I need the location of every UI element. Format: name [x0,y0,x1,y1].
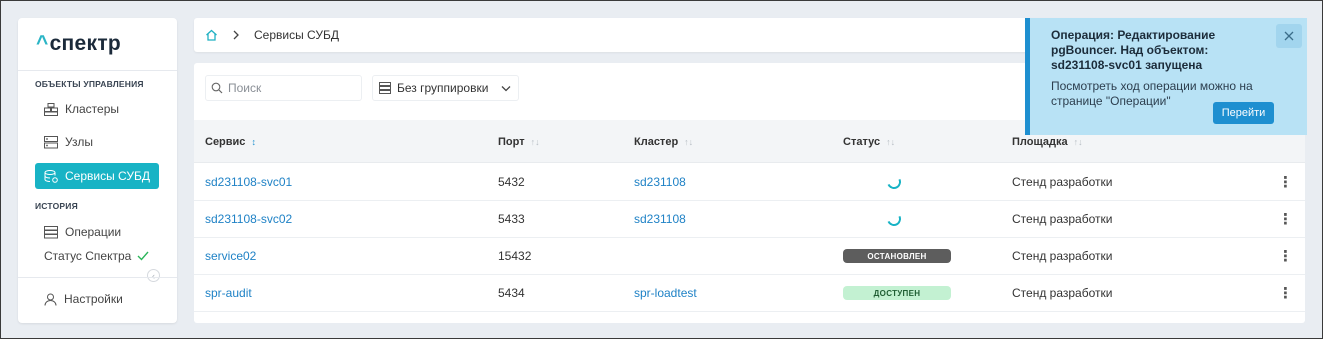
sidebar-item-operations[interactable]: Операции [35,219,159,245]
status-badge: ОСТАНОВЛЕН [843,249,951,263]
sort-icon: ↑↓ [684,136,694,147]
user-icon [44,293,57,306]
column-label: Статус [843,135,881,148]
sidebar-item-label: Операции [65,225,122,239]
home-icon[interactable] [205,29,218,41]
search-input[interactable] [228,81,348,95]
search-icon [211,82,223,94]
status-cell [885,201,903,237]
spectr-status-label: Статус Спектра [44,249,132,263]
table-row: spr-audit 5434 spr-loadtest ДОСТУПЕН Сте… [194,275,1305,312]
column-header-port[interactable]: Порт ↑↓ [498,120,540,163]
row-menu-icon[interactable]: ⋮ [1278,238,1293,274]
site-cell: Стенд разработки [1012,249,1113,263]
sidebar-item-label: Настройки [64,292,123,306]
chevron-down-icon [501,85,511,91]
sort-icon: ↑↓ [886,136,896,147]
logo[interactable]: ^спектр [36,32,121,56]
go-to-operations-button[interactable]: Перейти [1213,102,1274,124]
row-menu-icon[interactable]: ⋮ [1278,201,1293,237]
column-label: Площадка [1012,135,1068,148]
list-icon [379,82,391,94]
column-header-status[interactable]: Статус ↑↓ [843,120,895,163]
sidebar-item-label: Узлы [65,135,93,149]
service-link[interactable]: sd231108-svc02 [205,201,292,237]
operations-icon [44,225,58,238]
server-icon [44,135,58,148]
grouping-select[interactable]: Без группировки [372,75,519,101]
section-title-history: ИСТОРИЯ [35,201,78,211]
service-link[interactable]: sd231108-svc01 [205,164,292,200]
status-cell [885,164,903,200]
column-header-service[interactable]: Сервис ↕ [205,120,256,163]
table-row: sd231108-svc02 5433 sd231108 Стенд разра… [194,201,1305,238]
spectr-status[interactable]: Статус Спектра [44,249,149,263]
sidebar-item-label: Сервисы СУБД [65,169,150,183]
loading-spinner-icon [885,210,903,228]
close-icon[interactable] [1276,24,1302,48]
loading-spinner-icon [885,173,903,191]
database-icon [44,169,58,183]
sidebar-item-clusters[interactable]: Кластеры [35,96,159,122]
sidebar: ^спектр ОБЪЕКТЫ УПРАВЛЕНИЯ Кластеры Узлы… [18,18,177,323]
column-header-cluster[interactable]: Кластер ↑↓ [634,120,693,163]
site-cell: Стенд разработки [1012,212,1113,226]
sidebar-item-label: Кластеры [65,102,119,116]
section-title-objects: ОБЪЕКТЫ УПРАВЛЕНИЯ [35,79,144,89]
site-cell: Стенд разработки [1012,175,1113,189]
logo-caret-icon: ^ [36,32,49,55]
column-label: Сервис [205,135,246,148]
cluster-link[interactable]: sd231108 [634,164,686,200]
chevron-right-icon [233,30,239,40]
cluster-link[interactable]: sd231108 [634,201,686,237]
row-menu-icon[interactable]: ⋮ [1278,275,1293,311]
service-link[interactable]: spr-audit [205,275,252,311]
sidebar-item-dbms-services[interactable]: Сервисы СУБД [35,163,159,189]
table-row: service02 15432 ОСТАНОВЛЕН Стенд разрабо… [194,238,1305,275]
site-cell: Стенд разработки [1012,286,1113,300]
column-label: Кластер [634,135,679,148]
collapse-sidebar-icon[interactable]: ‹ [147,269,160,282]
notification-toast: Операция: Редактирование pgBouncer. Над … [1025,18,1307,135]
port-cell: 5432 [498,175,525,189]
sidebar-item-nodes[interactable]: Узлы [35,129,159,155]
service-link[interactable]: service02 [205,238,256,274]
port-cell: 5433 [498,212,525,226]
check-icon [137,251,149,261]
status-cell: ОСТАНОВЛЕН [843,238,951,274]
logo-text: спектр [49,32,122,55]
table-row: sd231108-svc01 5432 sd231108 Стенд разра… [194,164,1305,201]
breadcrumb-current: Сервисы СУБД [254,28,339,42]
sort-asc-icon: ↕ [251,136,256,147]
toast-title: Операция: Редактирование pgBouncer. Над … [1051,28,1216,72]
row-menu-icon[interactable]: ⋮ [1278,164,1293,200]
status-cell: ДОСТУПЕН [843,275,951,311]
cluster-link[interactable]: spr-loadtest [634,275,697,311]
search-box [205,75,362,101]
port-cell: 5434 [498,286,525,300]
grouping-value: Без группировки [397,81,489,95]
divider [18,277,177,278]
cluster-icon [44,102,58,116]
column-label: Порт [498,135,525,148]
divider [18,70,177,71]
sidebar-item-settings[interactable]: Настройки [35,286,159,312]
status-badge: ДОСТУПЕН [843,286,951,300]
port-cell: 15432 [498,249,532,263]
sort-icon: ↑↓ [1073,136,1083,147]
sort-icon: ↑↓ [530,136,540,147]
